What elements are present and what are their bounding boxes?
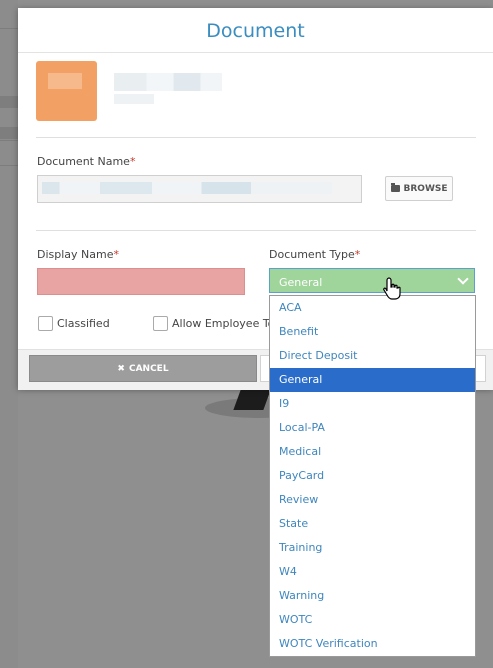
allow-employee-label: Allow Employee To <box>172 317 275 330</box>
hand-cursor-icon <box>383 277 401 300</box>
dropdown-option[interactable]: Local-PA <box>270 416 475 440</box>
background-bar <box>0 127 18 139</box>
dropdown-option[interactable]: WOTC Verification <box>270 632 475 656</box>
allow-employee-checkbox[interactable] <box>153 316 168 331</box>
document-name-field[interactable] <box>37 175 362 203</box>
dropdown-option[interactable]: Warning <box>270 584 475 608</box>
dropdown-option[interactable]: State <box>270 512 475 536</box>
close-icon: ✖ <box>117 363 125 374</box>
background-divider <box>0 140 18 141</box>
dropdown-option[interactable]: W4 <box>270 560 475 584</box>
dropdown-option[interactable]: WOTC <box>270 608 475 632</box>
dropdown-option[interactable]: PayCard <box>270 464 475 488</box>
cancel-label: CANCEL <box>128 363 169 374</box>
display-name-label: Display Name* <box>37 248 119 261</box>
background-divider <box>0 165 18 166</box>
browse-button[interactable]: BROWSE <box>385 176 453 201</box>
display-name-field[interactable] <box>37 268 245 295</box>
chevron-down-icon <box>457 273 469 285</box>
document-type-select[interactable]: General <box>269 268 475 293</box>
folder-icon <box>390 183 400 192</box>
document-name-label: Document Name* <box>37 155 136 168</box>
classified-checkbox[interactable] <box>38 316 53 331</box>
dropdown-option[interactable]: Direct Deposit <box>270 344 475 368</box>
document-type-value: General <box>279 276 323 289</box>
cancel-button[interactable]: ✖ CANCEL <box>29 355 257 382</box>
modal-title: Document <box>206 20 305 42</box>
document-type-label: Document Type* <box>269 248 361 261</box>
dropdown-option[interactable]: Training <box>270 536 475 560</box>
background-divider <box>0 28 18 29</box>
employee-name-redacted <box>114 73 222 91</box>
document-name-redacted <box>42 182 332 194</box>
section-divider <box>36 137 476 138</box>
classified-label: Classified <box>57 317 110 330</box>
dropdown-option-selected[interactable]: General <box>270 368 475 392</box>
dropdown-option[interactable]: I9 <box>270 392 475 416</box>
employee-subtitle-redacted <box>114 94 154 104</box>
browse-label: BROWSE <box>403 183 448 194</box>
avatar <box>36 61 97 121</box>
document-type-dropdown[interactable]: ACA Benefit Direct Deposit General I9 Lo… <box>269 295 476 657</box>
dropdown-option[interactable]: Review <box>270 488 475 512</box>
modal-header: Document <box>18 8 493 53</box>
section-divider <box>36 230 476 231</box>
dropdown-option[interactable]: Benefit <box>270 320 475 344</box>
dropdown-option[interactable]: ACA <box>270 296 475 320</box>
avatar-initials-redacted <box>48 73 82 89</box>
background-bar <box>0 96 18 108</box>
dropdown-option[interactable]: Medical <box>270 440 475 464</box>
